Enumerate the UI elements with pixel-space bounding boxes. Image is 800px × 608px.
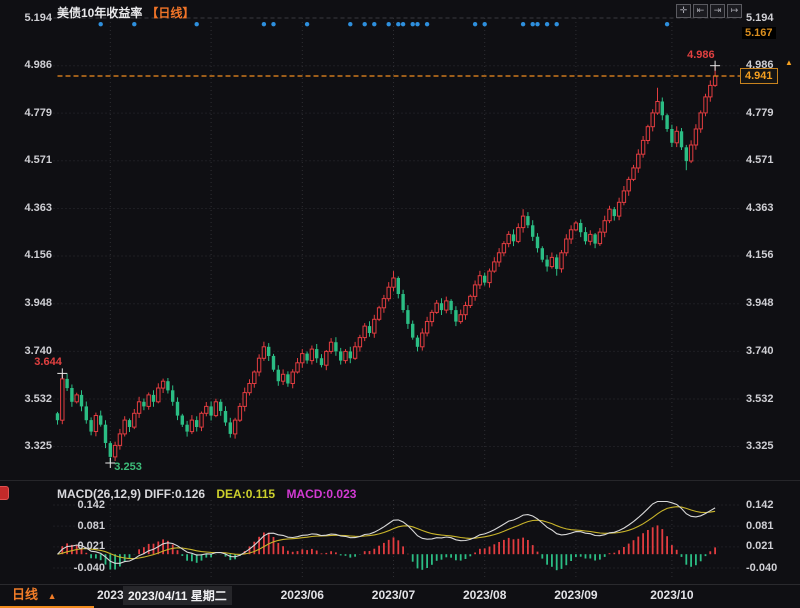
zoom-range-left-icon[interactable]: ⇤ (693, 4, 708, 18)
price-tick-left: 3.532 (6, 393, 52, 405)
period-dropdown-arrow-icon: ▲ (48, 591, 57, 601)
price-tick-left: 4.571 (6, 154, 52, 166)
crosshair-icon[interactable]: ✛ (676, 4, 691, 18)
candlestick-chart[interactable] (0, 0, 800, 608)
price-tick-right: 5.194 (746, 12, 774, 24)
price-tick-right: 3.532 (746, 393, 774, 405)
macd-tick-left: -0.040 (59, 562, 105, 574)
extreme-value-label: 3.253 (114, 461, 142, 473)
month-label: 2023/10 (650, 588, 693, 602)
period-tab-daily[interactable]: 日线 ▲ (0, 586, 94, 608)
instrument-name: 美债10年收益率 (57, 6, 142, 20)
price-up-arrow-icon: ▲ (785, 58, 793, 67)
extreme-value-label: 3.644 (34, 356, 62, 368)
chart-toolbar: ✛⇤⇥↦ (676, 4, 742, 18)
current-price-badge: 4.941 (740, 68, 778, 84)
price-tick-left: 4.363 (6, 202, 52, 214)
zoom-range-right-icon[interactable]: ⇥ (710, 4, 725, 18)
price-tick-left: 3.948 (6, 297, 52, 309)
macd-tick-left: 0.021 (59, 540, 105, 552)
crosshair-date-box: 2023/04/11 星期二 (123, 586, 232, 605)
month-label: 2023/07 (372, 588, 415, 602)
month-label: 2023/08 (463, 588, 506, 602)
macd-tick-left: 0.081 (59, 520, 105, 532)
period-tab-label: 日线 (12, 587, 38, 602)
jump-latest-icon[interactable]: ↦ (727, 4, 742, 18)
macd-dea-value: DEA:0.115 (216, 487, 275, 501)
chart-title: 美债10年收益率【日线】 (57, 4, 194, 21)
price-tick-left: 4.156 (6, 249, 52, 261)
price-tick-right: 4.571 (746, 154, 774, 166)
macd-params-diff: MACD(26,12,9) DIFF:0.126 (57, 487, 205, 501)
macd-bar-value: MACD:0.023 (286, 487, 356, 501)
month-label: 2023/06 (281, 588, 324, 602)
price-tick-right: 3.948 (746, 297, 774, 309)
extreme-value-label: 4.986 (687, 49, 715, 61)
macd-tick-right: -0.040 (746, 562, 777, 574)
year-label: 2023 (97, 588, 124, 602)
price-tick-right: 4.156 (746, 249, 774, 261)
indicator-marker-icon[interactable] (0, 486, 9, 500)
price-tick-right: 3.740 (746, 345, 774, 357)
chart-app: 美债10年收益率【日线】 ✛⇤⇥↦ 5.194 4.986 4.779 4.571 4.… (0, 0, 800, 608)
price-tick-left: 3.325 (6, 440, 52, 452)
macd-header: MACD(26,12,9) DIFF:0.126 DEA:0.115 MACD:… (57, 487, 356, 501)
macd-tick-right: 0.021 (746, 540, 774, 552)
price-tick-left: 5.194 (6, 12, 52, 24)
price-tick-left: 3.740 (6, 345, 52, 357)
price-tick-right: 4.363 (746, 202, 774, 214)
price-tick-right: 4.779 (746, 107, 774, 119)
upper-level-label: 5.167 (742, 27, 776, 39)
price-tick-right: 3.325 (746, 440, 774, 452)
macd-tick-right: 0.081 (746, 520, 774, 532)
price-tick-left: 4.779 (6, 107, 52, 119)
month-label: 2023/09 (554, 588, 597, 602)
macd-tick-right: 0.142 (746, 499, 774, 511)
price-tick-left: 4.986 (6, 59, 52, 71)
period-tag: 【日线】 (146, 6, 194, 20)
